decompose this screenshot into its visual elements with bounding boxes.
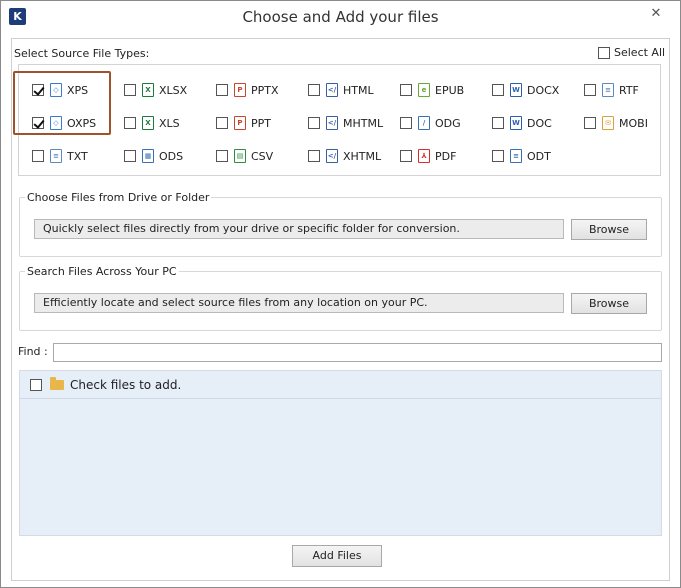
dialog-title: Choose and Add your files xyxy=(242,8,439,26)
file-type-xlsx[interactable]: X XLSX xyxy=(124,82,187,98)
file-type-checkbox[interactable] xyxy=(400,117,412,129)
file-type-checkbox[interactable] xyxy=(308,150,320,162)
file-type-checkbox[interactable] xyxy=(400,84,412,96)
file-type-mobi[interactable]: ✉ MOBI xyxy=(584,115,648,131)
file-type-label: XLSX xyxy=(159,83,188,97)
file-type-label: PDF xyxy=(435,149,457,163)
find-input[interactable] xyxy=(53,343,662,362)
file-type-checkbox[interactable] xyxy=(216,84,228,96)
rtf-file-icon: ≡ xyxy=(602,83,614,97)
file-type-label: RTF xyxy=(619,83,639,97)
select-all-checkbox[interactable]: Select All xyxy=(598,46,665,59)
file-type-html[interactable]: </ HTML xyxy=(308,82,374,98)
csv-file-icon: ▤ xyxy=(234,149,246,163)
file-type-doc[interactable]: W DOC xyxy=(492,115,552,131)
file-type-label: EPUB xyxy=(435,83,465,97)
file-type-label: ODG xyxy=(435,116,461,130)
xhtml-file-icon: </ xyxy=(326,149,338,163)
file-type-checkbox[interactable] xyxy=(308,84,320,96)
file-types-label: Select Source File Types: xyxy=(14,47,150,60)
file-type-label: CSV xyxy=(251,149,274,163)
file-type-checkbox[interactable] xyxy=(32,150,44,162)
file-type-ods[interactable]: ▦ ODS xyxy=(124,148,183,164)
docx-file-icon: W xyxy=(510,83,522,97)
select-all-box[interactable] xyxy=(598,46,610,59)
file-type-label: PPTX xyxy=(251,83,279,97)
select-all-label: Select All xyxy=(614,46,666,59)
file-type-checkbox[interactable] xyxy=(492,117,504,129)
drive-folder-description: Quickly select files directly from your … xyxy=(34,219,564,239)
epub-file-icon: e xyxy=(418,83,430,97)
doc-file-icon: W xyxy=(510,116,522,130)
file-type-checkbox[interactable] xyxy=(400,150,412,162)
odg-file-icon: / xyxy=(418,116,430,130)
file-type-label: MOBI xyxy=(619,116,648,130)
file-type-label: XHTML xyxy=(343,149,382,163)
file-type-odt[interactable]: ≡ ODT xyxy=(492,148,551,164)
file-type-label: XLS xyxy=(159,116,180,130)
file-type-label: DOC xyxy=(527,116,552,130)
file-type-checkbox[interactable] xyxy=(216,150,228,162)
file-type-label: TXT xyxy=(67,149,88,163)
file-type-label: DOCX xyxy=(527,83,560,97)
mhtml-file-icon: </ xyxy=(326,116,338,130)
file-type-xhtml[interactable]: </ XHTML xyxy=(308,148,381,164)
xls-file-icon: X xyxy=(142,116,154,130)
search-browse-button[interactable]: Browse xyxy=(571,293,647,314)
file-type-label: PPT xyxy=(251,116,271,130)
file-type-mhtml[interactable]: </ MHTML xyxy=(308,115,383,131)
file-type-checkbox[interactable] xyxy=(492,150,504,162)
xlsx-file-icon: X xyxy=(142,83,154,97)
file-type-label: MHTML xyxy=(343,116,384,130)
file-type-ppt[interactable]: P PPT xyxy=(216,115,271,131)
files-list[interactable]: Check files to add. xyxy=(19,370,662,536)
ods-file-icon: ▦ xyxy=(142,149,154,163)
check-files-checkbox[interactable] xyxy=(30,378,42,391)
file-type-csv[interactable]: ▤ CSV xyxy=(216,148,273,164)
file-type-checkbox[interactable] xyxy=(124,117,136,129)
file-type-pptx[interactable]: P PPTX xyxy=(216,82,279,98)
ppt-file-icon: P xyxy=(234,116,246,130)
file-type-checkbox[interactable] xyxy=(124,150,136,162)
file-type-pdf[interactable]: ⅄ PDF xyxy=(400,148,456,164)
file-type-checkbox[interactable] xyxy=(216,117,228,129)
odt-file-icon: ≡ xyxy=(510,149,522,163)
file-type-label: ODT xyxy=(527,149,551,163)
file-type-checkbox[interactable] xyxy=(124,84,136,96)
folder-icon xyxy=(50,376,64,390)
file-type-epub[interactable]: e EPUB xyxy=(400,82,464,98)
drive-browse-button[interactable]: Browse xyxy=(571,219,647,240)
file-type-checkbox[interactable] xyxy=(584,84,596,96)
selected-types-highlight xyxy=(13,71,111,135)
file-type-docx[interactable]: W DOCX xyxy=(492,82,559,98)
file-type-checkbox[interactable] xyxy=(492,84,504,96)
files-list-header[interactable]: Check files to add. xyxy=(20,371,661,399)
drive-folder-group-title: Choose Files from Drive or Folder xyxy=(25,191,212,204)
add-files-button[interactable]: Add Files xyxy=(292,545,382,567)
search-pc-description: Efficiently locate and select source fil… xyxy=(34,293,564,313)
mobi-file-icon: ✉ xyxy=(602,116,614,130)
close-button[interactable]: ✕ xyxy=(642,5,670,23)
file-type-odg[interactable]: / ODG xyxy=(400,115,461,131)
pdf-file-icon: ⅄ xyxy=(418,149,430,163)
file-type-label: HTML xyxy=(343,83,374,97)
file-type-checkbox[interactable] xyxy=(308,117,320,129)
file-type-rtf[interactable]: ≡ RTF xyxy=(584,82,639,98)
search-pc-group-title: Search Files Across Your PC xyxy=(25,265,179,278)
txt-file-icon: ≡ xyxy=(50,149,62,163)
file-type-xls[interactable]: X XLS xyxy=(124,115,180,131)
find-label: Find : xyxy=(18,345,48,358)
file-type-txt[interactable]: ≡ TXT xyxy=(32,148,88,164)
file-type-checkbox[interactable] xyxy=(584,117,596,129)
pptx-file-icon: P xyxy=(234,83,246,97)
html-file-icon: </ xyxy=(326,83,338,97)
check-files-label: Check files to add. xyxy=(70,377,182,392)
title-bar: K Choose and Add your files ✕ xyxy=(1,1,680,32)
file-type-label: ODS xyxy=(159,149,184,163)
